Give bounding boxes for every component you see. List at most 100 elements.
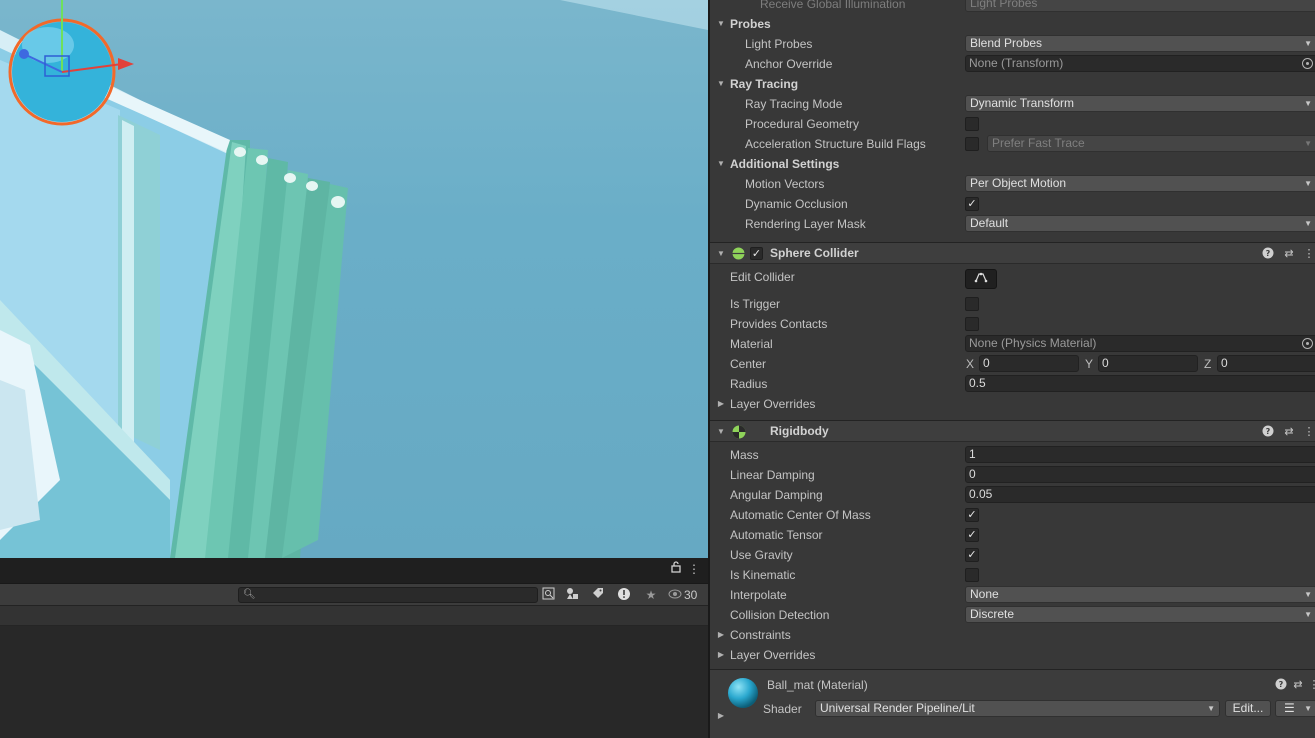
- dynamic-occlusion-checkbox[interactable]: ✓: [965, 197, 979, 211]
- presets-icon[interactable]: ⇄: [1282, 247, 1296, 261]
- rigidbody-layer-overrides-foldout[interactable]: ▶ Layer Overrides: [710, 645, 1315, 665]
- search-input[interactable]: [255, 589, 525, 601]
- center-x-field[interactable]: 0: [979, 355, 1079, 372]
- center-z-value: 0: [1221, 356, 1228, 370]
- help-icon[interactable]: ?: [1274, 678, 1288, 692]
- dropdown-arrow-icon: ▼: [1207, 704, 1215, 713]
- interpolate-dropdown[interactable]: None ▼: [965, 586, 1315, 603]
- rigidbody-header[interactable]: ▼ Rigidbody ? ⇄ ⋮: [710, 420, 1315, 442]
- material-section: ▶ Ball_mat (Material) ? ⇄ ⋮ Shader Unive…: [710, 669, 1315, 738]
- lock-icon[interactable]: [666, 561, 686, 577]
- anchor-override-field[interactable]: None (Transform): [965, 55, 1315, 72]
- kebab-menu-icon[interactable]: ⋮: [1307, 678, 1315, 692]
- scene-view[interactable]: [0, 0, 708, 558]
- dropdown-arrow-icon: ▼: [1304, 139, 1312, 148]
- foldout-arrow-icon[interactable]: ▶: [716, 706, 726, 726]
- radius-field[interactable]: 0.5: [965, 375, 1315, 392]
- favorite-filter-icon[interactable]: ★: [641, 587, 661, 603]
- presets-icon[interactable]: ⇄: [1291, 678, 1305, 692]
- search-box[interactable]: 🔍︎: [238, 587, 538, 603]
- help-icon[interactable]: ?: [1261, 425, 1275, 439]
- rendering-layer-mask-row: Rendering Layer Mask Default ▼: [710, 214, 1315, 234]
- dynamic-occlusion-label: Dynamic Occlusion: [745, 197, 848, 211]
- receive-gi-row: Receive Global Illumination Light Probes: [710, 0, 1315, 14]
- is-trigger-row: Is Trigger: [710, 294, 1315, 314]
- foldout-arrow-icon[interactable]: ▼: [716, 244, 726, 264]
- auto-center-checkbox[interactable]: ✓: [965, 508, 979, 522]
- center-z-label: Z: [1204, 357, 1212, 371]
- object-picker-icon[interactable]: [1302, 58, 1313, 69]
- material-label: Material: [730, 337, 773, 351]
- type-filter-icon[interactable]: [562, 587, 582, 603]
- light-probes-value: Blend Probes: [970, 36, 1043, 50]
- is-trigger-checkbox[interactable]: [965, 297, 979, 311]
- sphere-collider-header[interactable]: ▼ ✓ Sphere Collider ? ⇄ ⋮: [710, 242, 1315, 264]
- probes-foldout[interactable]: ▼ Probes: [710, 14, 1315, 34]
- label-filter-icon[interactable]: [587, 587, 607, 603]
- shader-value: Universal Render Pipeline/Lit: [820, 701, 975, 715]
- ray-tracing-mode-value: Dynamic Transform: [970, 96, 1075, 110]
- receive-gi-dropdown[interactable]: Light Probes: [965, 0, 1315, 12]
- ray-tracing-foldout[interactable]: ▼ Ray Tracing: [710, 74, 1315, 94]
- auto-center-row: Automatic Center Of Mass ✓: [710, 505, 1315, 525]
- shader-dropdown[interactable]: Universal Render Pipeline/Lit ▼: [815, 700, 1220, 717]
- collision-detection-dropdown[interactable]: Discrete ▼: [965, 606, 1315, 623]
- kebab-menu-icon[interactable]: ⋮: [684, 561, 704, 577]
- edit-collider-button[interactable]: [965, 269, 997, 289]
- kebab-menu-icon[interactable]: ⋮: [1302, 425, 1315, 439]
- light-probes-row: Light Probes Blend Probes ▼: [710, 34, 1315, 54]
- error-filter-icon[interactable]: [614, 587, 634, 603]
- ray-tracing-mode-row: Ray Tracing Mode Dynamic Transform ▼: [710, 94, 1315, 114]
- collider-layer-overrides-foldout[interactable]: ▶ Layer Overrides: [710, 394, 1315, 414]
- center-label: Center: [730, 357, 767, 371]
- accel-structure-dropdown[interactable]: Prefer Fast Trace ▼: [987, 135, 1315, 152]
- rendering-layer-mask-dropdown[interactable]: Default ▼: [965, 215, 1315, 232]
- sphere-collider-icon: [731, 247, 745, 261]
- is-kinematic-checkbox[interactable]: [965, 568, 979, 582]
- sphere-collider-enabled-checkbox[interactable]: ✓: [750, 247, 763, 260]
- object-picker-icon[interactable]: [1302, 338, 1313, 349]
- shader-label: Shader: [763, 702, 802, 716]
- presets-icon[interactable]: ⇄: [1282, 425, 1296, 439]
- procedural-geometry-row: Procedural Geometry: [710, 114, 1315, 134]
- center-y-field[interactable]: 0: [1098, 355, 1198, 372]
- ray-tracing-mode-dropdown[interactable]: Dynamic Transform ▼: [965, 95, 1315, 112]
- foldout-arrow-icon[interactable]: ▶: [716, 625, 726, 645]
- help-icon[interactable]: ?: [1261, 247, 1275, 261]
- foldout-arrow-icon[interactable]: ▼: [716, 422, 726, 442]
- radius-label: Radius: [730, 377, 768, 391]
- kebab-menu-icon[interactable]: ⋮: [1302, 247, 1315, 261]
- provides-contacts-checkbox[interactable]: [965, 317, 979, 331]
- edit-collider-icon: [974, 272, 988, 283]
- center-row: Center X 0 Y 0 Z 0: [710, 354, 1315, 374]
- accel-structure-checkbox[interactable]: [965, 137, 979, 151]
- mass-field[interactable]: 1: [965, 446, 1315, 463]
- linear-damping-field[interactable]: 0: [965, 466, 1315, 483]
- motion-vectors-dropdown[interactable]: Per Object Motion ▼: [965, 175, 1315, 192]
- use-gravity-checkbox[interactable]: ✓: [965, 548, 979, 562]
- auto-tensor-checkbox[interactable]: ✓: [965, 528, 979, 542]
- constraints-foldout[interactable]: ▶ Constraints: [710, 625, 1315, 645]
- foldout-arrow-icon[interactable]: ▶: [716, 394, 726, 414]
- physics-material-value: None (Physics Material): [969, 336, 1097, 350]
- physics-material-field[interactable]: None (Physics Material): [965, 335, 1315, 352]
- shader-options-dropdown[interactable]: ☰ ▼: [1275, 700, 1315, 717]
- rendering-layer-mask-label: Rendering Layer Mask: [745, 217, 866, 231]
- dropdown-arrow-icon: ▼: [1304, 590, 1312, 599]
- center-y-value: 0: [1102, 356, 1109, 370]
- light-probes-dropdown[interactable]: Blend Probes ▼: [965, 35, 1315, 52]
- foldout-arrow-icon[interactable]: ▼: [716, 14, 726, 34]
- collider-layer-overrides-label: Layer Overrides: [730, 397, 816, 411]
- edit-collider-label: Edit Collider: [730, 270, 795, 284]
- procedural-geometry-checkbox[interactable]: [965, 117, 979, 131]
- foldout-arrow-icon[interactable]: ▼: [716, 74, 726, 94]
- search-filter-icon[interactable]: [538, 587, 558, 603]
- visibility-icon[interactable]: [668, 587, 682, 603]
- angular-damping-field[interactable]: 0.05: [965, 486, 1315, 503]
- additional-settings-foldout[interactable]: ▼ Additional Settings: [710, 154, 1315, 174]
- foldout-arrow-icon[interactable]: ▶: [716, 645, 726, 665]
- foldout-arrow-icon[interactable]: ▼: [716, 154, 726, 174]
- shader-edit-button[interactable]: Edit...: [1225, 700, 1271, 717]
- center-z-field[interactable]: 0: [1217, 355, 1315, 372]
- interpolate-row: Interpolate None ▼: [710, 585, 1315, 605]
